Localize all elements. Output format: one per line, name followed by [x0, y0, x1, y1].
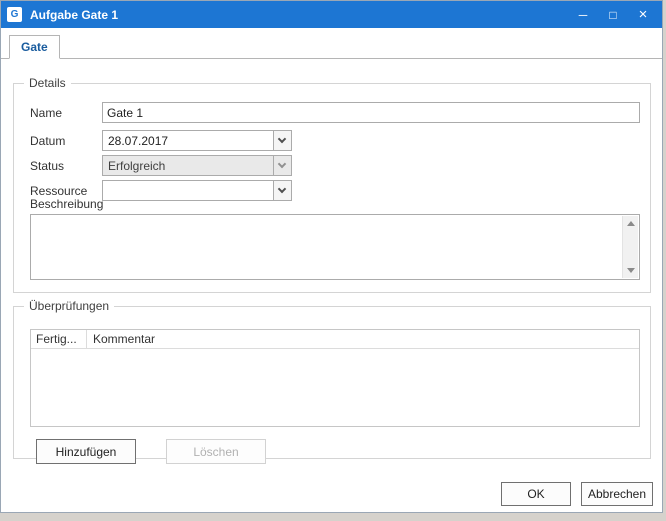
checks-legend: Überprüfungen	[24, 299, 114, 313]
column-header-kommentar[interactable]: Kommentar	[87, 330, 639, 348]
checks-table[interactable]: Fertig... Kommentar	[30, 329, 640, 427]
datum-combobox[interactable]: 28.07.2017	[102, 130, 292, 151]
beschreibung-textarea[interactable]	[30, 214, 640, 280]
titlebar[interactable]: G Aufgabe Gate 1 ─ □ ×	[1, 1, 662, 28]
ressource-combobox[interactable]	[102, 180, 292, 201]
ressource-dropdown-button[interactable]	[273, 181, 291, 200]
details-groupbox: Details Name Datum 28.07.2017 Status Erf…	[13, 83, 651, 293]
status-label: Status	[30, 159, 64, 173]
datum-label: Datum	[30, 134, 65, 148]
ressource-label: Ressource	[30, 184, 87, 198]
status-dropdown-button	[273, 156, 291, 175]
app-icon: G	[7, 7, 22, 22]
maximize-button-icon[interactable]: □	[598, 1, 628, 28]
minimize-button-icon[interactable]: ─	[568, 1, 598, 28]
name-input[interactable]	[102, 102, 640, 123]
name-label: Name	[30, 106, 62, 120]
window-controls: ─ □ ×	[568, 1, 662, 28]
column-header-fertig[interactable]: Fertig...	[31, 330, 87, 348]
cancel-button[interactable]: Abbrechen	[581, 482, 653, 506]
chevron-down-icon	[278, 160, 286, 168]
ok-button[interactable]: OK	[501, 482, 571, 506]
window-title: Aufgabe Gate 1	[30, 8, 118, 22]
status-combobox: Erfolgreich	[102, 155, 292, 176]
chevron-down-icon	[278, 185, 286, 193]
datum-dropdown-button[interactable]	[273, 131, 291, 150]
dialog-window: G Aufgabe Gate 1 ─ □ × Gate Details Name…	[0, 0, 663, 513]
scroll-down-icon[interactable]	[623, 263, 638, 278]
checks-table-header: Fertig... Kommentar	[31, 330, 639, 349]
chevron-down-icon	[278, 135, 286, 143]
checks-groupbox: Überprüfungen Fertig... Kommentar Hinzuf…	[13, 306, 651, 459]
datum-value: 28.07.2017	[108, 134, 271, 148]
close-button-icon[interactable]: ×	[628, 1, 658, 28]
beschreibung-label: Beschreibung	[30, 197, 103, 211]
vertical-scrollbar[interactable]	[622, 216, 638, 278]
tab-strip: Gate	[1, 28, 662, 59]
delete-button: Löschen	[166, 439, 266, 464]
add-button[interactable]: Hinzufügen	[36, 439, 136, 464]
details-legend: Details	[24, 76, 71, 90]
tab-gate[interactable]: Gate	[9, 35, 60, 59]
status-value: Erfolgreich	[108, 159, 271, 173]
scroll-up-icon[interactable]	[623, 216, 638, 231]
